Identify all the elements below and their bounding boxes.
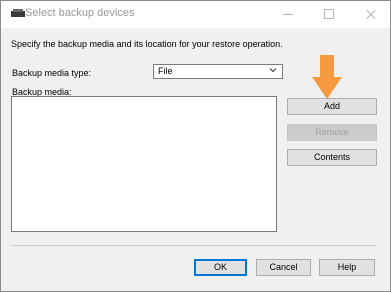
- remove-button[interactable]: Remove: [287, 124, 377, 141]
- backup-media-type-select[interactable]: File: [153, 64, 283, 79]
- minimize-icon[interactable]: [268, 1, 308, 28]
- window-title: Select backup devices: [25, 7, 135, 19]
- instructions-text: Specify the backup media and its locatio…: [11, 39, 283, 49]
- drive-icon: [11, 9, 25, 17]
- add-button[interactable]: Add: [287, 98, 377, 115]
- select-backup-devices-dialog: Select backup devices Specify the backup…: [0, 0, 391, 292]
- ok-button[interactable]: OK: [194, 259, 247, 276]
- backup-media-type-value: File: [158, 66, 173, 76]
- arrow-down-icon: [312, 55, 342, 99]
- backup-media-list[interactable]: [11, 96, 277, 232]
- chevron-down-icon: [269, 68, 277, 73]
- contents-button[interactable]: Contents: [287, 149, 377, 166]
- cancel-button[interactable]: Cancel: [256, 259, 311, 276]
- maximize-icon[interactable]: [309, 1, 349, 28]
- close-icon[interactable]: [350, 1, 390, 28]
- separator: [11, 245, 377, 246]
- help-button[interactable]: Help: [319, 259, 375, 276]
- title-bar: Select backup devices: [1, 1, 390, 28]
- backup-media-type-label: Backup media type:: [12, 68, 92, 78]
